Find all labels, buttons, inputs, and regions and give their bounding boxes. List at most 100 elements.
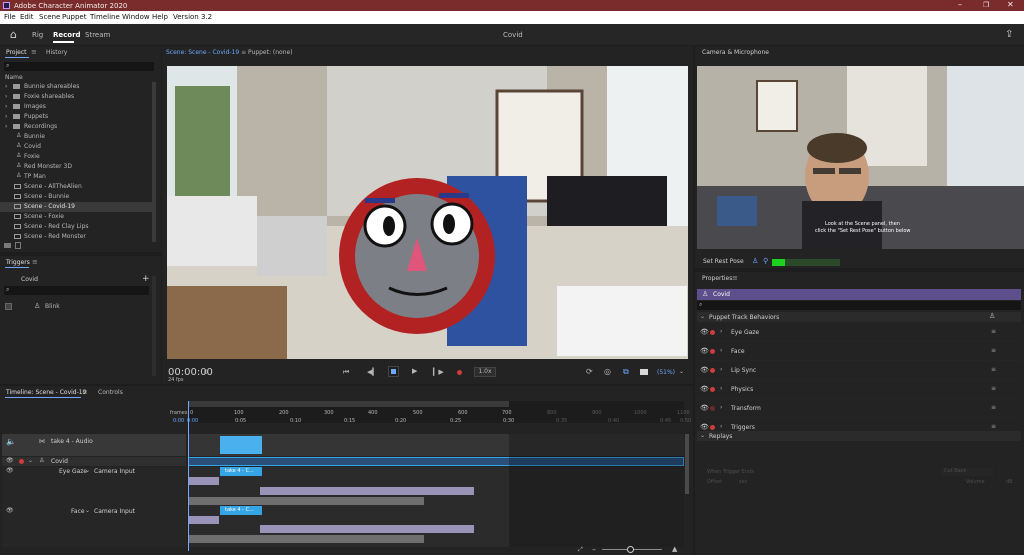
project-scrollbar[interactable]: [152, 82, 156, 242]
timeline-tab[interactable]: Timeline: Scene - Covid-19: [6, 389, 86, 396]
list-item[interactable]: › Images: [0, 102, 161, 112]
replays-section-header[interactable]: ⌄ Replays: [697, 431, 1021, 441]
eye-gaze-row-header[interactable]: 👁 Eye Gaze ⌄ Camera Input: [2, 467, 186, 507]
loop-icon[interactable]: ⟳: [586, 367, 593, 376]
audio-clip[interactable]: [220, 436, 262, 454]
zoom-level[interactable]: (51%): [657, 369, 675, 376]
home-icon[interactable]: ⌂: [10, 28, 17, 41]
share-icon[interactable]: ⇪: [1005, 29, 1013, 40]
record-button[interactable]: [457, 370, 462, 375]
behavior-row[interactable]: 👁 › Transform ≡: [697, 399, 1021, 418]
list-item[interactable]: Scene - Red Clay Lips: [0, 222, 161, 232]
list-item[interactable]: › Puppets: [0, 112, 161, 122]
eye-icon[interactable]: 👁: [700, 347, 709, 355]
menu-version[interactable]: Version 3.2: [173, 13, 212, 21]
triggers-search[interactable]: ⌕: [4, 286, 149, 295]
eye-icon[interactable]: 👁: [6, 507, 14, 514]
zoom-slider-handle[interactable]: [627, 546, 634, 553]
step-back-icon[interactable]: ◀▎: [367, 368, 378, 376]
volume-unit[interactable]: dB: [1006, 479, 1013, 485]
record-arm-dot[interactable]: [710, 349, 715, 354]
camera-toggle-icon[interactable]: ♙: [752, 257, 758, 265]
behavior-row[interactable]: 👁 › Eye Gaze ≡: [697, 323, 1021, 342]
behavior-menu-icon[interactable]: ≡: [991, 366, 996, 373]
list-item[interactable]: Scene - Bunnie: [0, 192, 161, 202]
record-arm-dot[interactable]: [710, 387, 715, 392]
face-row-header[interactable]: 👁 Face ⌄ Camera Input: [2, 507, 186, 547]
record-arm-dot[interactable]: [710, 330, 715, 335]
playback-rate[interactable]: 1.0x: [474, 367, 496, 377]
tab-puppet[interactable]: Puppet: (none): [248, 49, 293, 56]
list-item[interactable]: ♙ TP Man: [0, 172, 161, 182]
new-item-icon[interactable]: [15, 242, 21, 249]
properties-menu-icon[interactable]: ≡: [732, 274, 738, 282]
zoom-in-icon[interactable]: ▲: [672, 545, 677, 553]
list-item[interactable]: › Bunnie shareables: [0, 82, 161, 92]
chevron-down-icon[interactable]: ⌄: [85, 467, 90, 474]
record-arm-dot[interactable]: [710, 368, 715, 373]
tab-project[interactable]: Project: [6, 49, 27, 56]
tab-history[interactable]: History: [46, 49, 67, 56]
puppet-track-header[interactable]: 👁 ⌄ ♙ Covid: [2, 457, 186, 466]
project-menu-icon[interactable]: ≡: [31, 48, 37, 56]
scene-canvas[interactable]: [167, 66, 688, 359]
menu-puppet[interactable]: Puppet: [62, 13, 86, 21]
behaviors-section-header[interactable]: ⌄ Puppet Track Behaviors ♙: [697, 312, 1021, 322]
behavior-menu-icon[interactable]: ≡: [991, 328, 996, 335]
trigger-item-label[interactable]: Blink: [45, 303, 60, 310]
menu-file[interactable]: File: [4, 13, 16, 21]
go-to-start-icon[interactable]: ⏮: [343, 368, 349, 377]
list-item[interactable]: › Recordings: [0, 122, 161, 132]
list-item[interactable]: › Foxie shareables: [0, 92, 161, 102]
list-item[interactable]: ♙ Foxie: [0, 152, 161, 162]
new-folder-icon[interactable]: [4, 243, 11, 248]
list-item[interactable]: ♙ Red Monster 3D: [0, 162, 161, 172]
trigger-key-icon[interactable]: [5, 303, 12, 310]
set-rest-pose-button[interactable]: Set Rest Pose: [703, 258, 744, 265]
chevron-right-icon[interactable]: ›: [720, 347, 722, 354]
eye-icon[interactable]: 👁: [700, 423, 709, 431]
face-take-clip[interactable]: take 4 - C...: [220, 506, 262, 515]
record-arm-dot[interactable]: [19, 459, 24, 464]
chevron-right-icon[interactable]: ›: [720, 328, 722, 335]
eye-icon[interactable]: 👁: [700, 385, 709, 393]
list-item[interactable]: ♙ Covid: [0, 142, 161, 152]
camera-target-icon[interactable]: ◎: [604, 367, 611, 376]
eye-icon[interactable]: 👁: [6, 467, 14, 474]
face-param-bar[interactable]: [260, 525, 474, 533]
triggers-menu-icon[interactable]: ≡: [32, 258, 38, 266]
mode-stream[interactable]: Stream: [85, 31, 110, 39]
menu-help[interactable]: Help: [152, 13, 168, 21]
record-arm-dot-disabled[interactable]: [710, 406, 715, 411]
offset-unit[interactable]: sec: [739, 479, 747, 485]
behavior-row[interactable]: 👁 › Physics ≡: [697, 380, 1021, 399]
behavior-row[interactable]: 👁 › Lip Sync ≡: [697, 361, 1021, 380]
eye-gaze-param-bar[interactable]: [188, 497, 424, 505]
background-icon[interactable]: [640, 369, 648, 375]
triggers-scrollbar[interactable]: [152, 276, 156, 376]
play-icon[interactable]: ▶: [412, 367, 417, 375]
maximize-icon[interactable]: ❐: [983, 1, 989, 9]
behavior-menu-icon[interactable]: ≡: [991, 347, 996, 354]
menu-scene[interactable]: Scene: [39, 13, 60, 21]
menu-timeline[interactable]: Timeline: [90, 13, 120, 21]
eye-icon[interactable]: 👁: [6, 457, 14, 464]
behavior-menu-icon[interactable]: ≡: [991, 404, 996, 411]
eye-icon[interactable]: 👁: [700, 328, 709, 336]
add-trigger-icon[interactable]: +: [142, 274, 150, 284]
zoom-out-icon[interactable]: –: [592, 545, 596, 554]
behavior-row[interactable]: 👁 › Face ≡: [697, 342, 1021, 361]
properties-search[interactable]: ⌕: [697, 301, 1021, 310]
list-item[interactable]: Scene - AllTheAlien: [0, 182, 161, 192]
chevron-right-icon[interactable]: ›: [720, 366, 722, 373]
eye-gaze-param-bar[interactable]: [188, 477, 219, 485]
minimize-icon[interactable]: –: [958, 0, 962, 9]
timeline-v-scrollbar[interactable]: [685, 434, 689, 494]
speaker-icon[interactable]: 🔈: [6, 437, 16, 446]
record-arm-dot[interactable]: [710, 425, 715, 430]
face-param-bar[interactable]: [188, 535, 424, 543]
menu-window[interactable]: Window: [122, 13, 150, 21]
behavior-menu-icon[interactable]: ≡: [991, 385, 996, 392]
behavior-menu-icon[interactable]: ≡: [991, 423, 996, 430]
face-param-bar[interactable]: [188, 516, 219, 524]
